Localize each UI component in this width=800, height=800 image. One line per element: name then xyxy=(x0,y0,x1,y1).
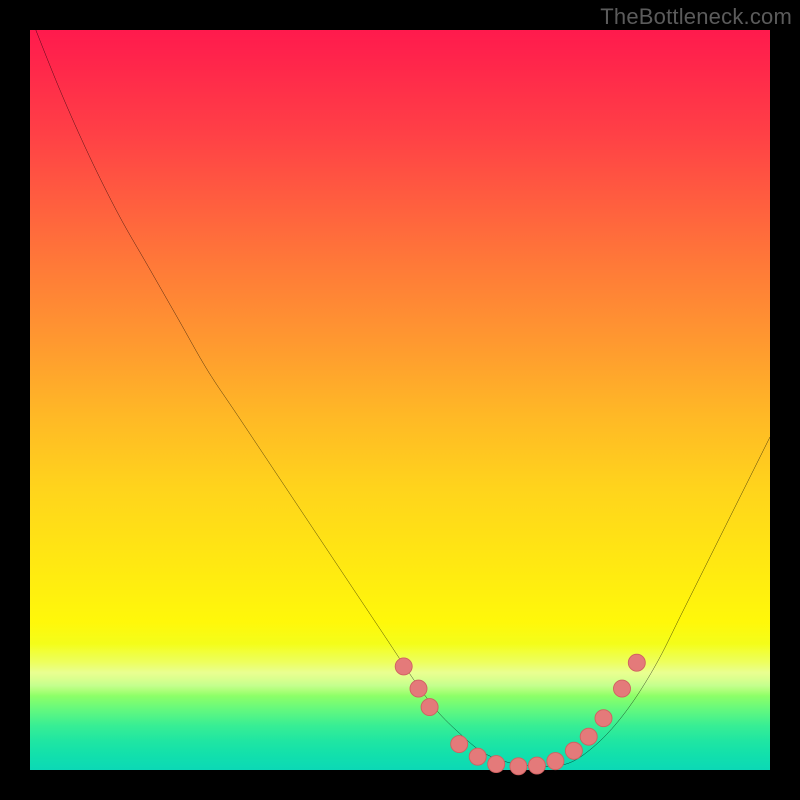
data-marker xyxy=(565,742,582,759)
curve-layer xyxy=(30,30,770,770)
plot-area xyxy=(30,30,770,770)
data-marker xyxy=(510,758,527,775)
data-marker xyxy=(547,753,564,770)
chart-frame: TheBottleneck.com xyxy=(0,0,800,800)
data-marker xyxy=(528,757,545,774)
watermark-text: TheBottleneck.com xyxy=(600,4,792,30)
bottleneck-curve xyxy=(30,15,770,766)
curve-markers xyxy=(395,654,645,775)
data-marker xyxy=(469,748,486,765)
data-marker xyxy=(421,699,438,716)
data-marker xyxy=(410,680,427,697)
data-marker xyxy=(488,756,505,773)
data-marker xyxy=(628,654,645,671)
data-marker xyxy=(613,680,630,697)
data-marker xyxy=(395,658,412,675)
data-marker xyxy=(451,736,468,753)
data-marker xyxy=(595,710,612,727)
data-marker xyxy=(580,728,597,745)
